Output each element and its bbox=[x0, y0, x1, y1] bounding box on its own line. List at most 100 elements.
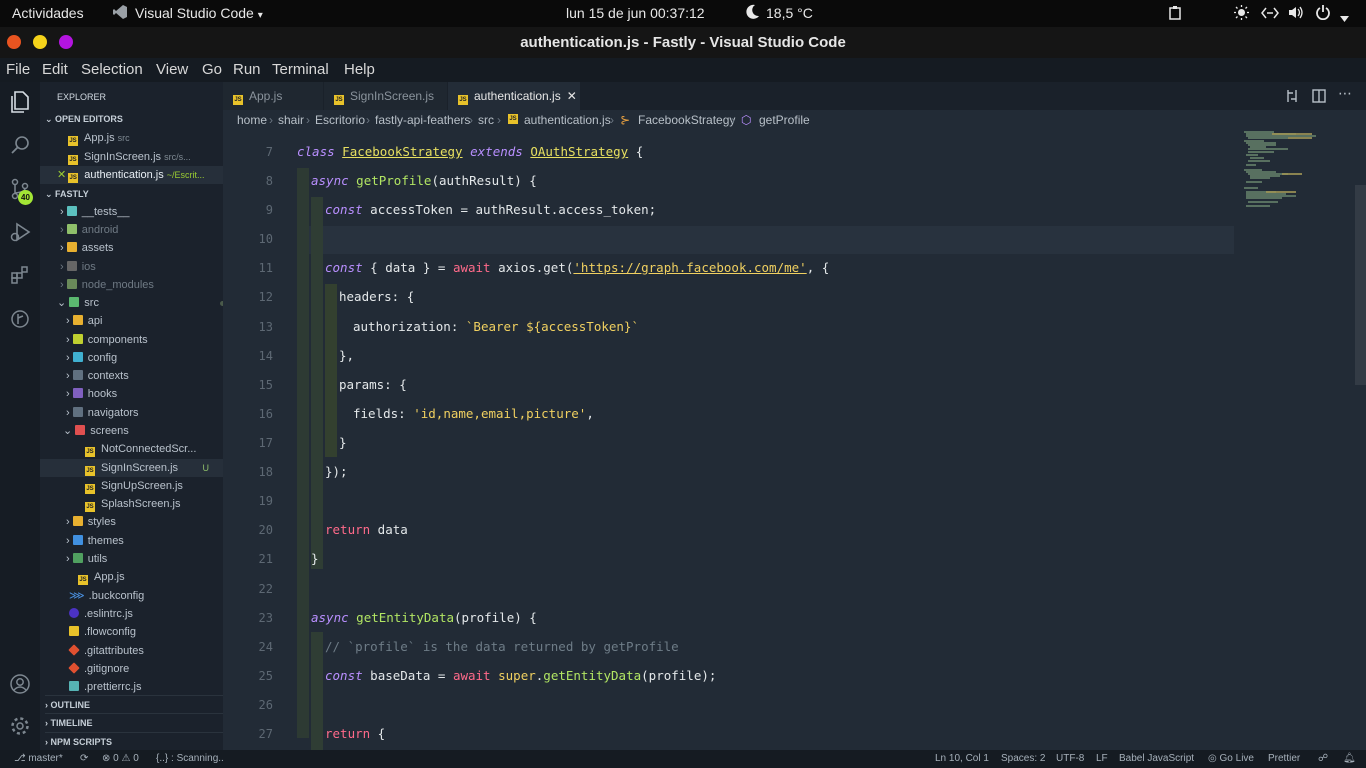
breadcrumb-item[interactable]: getProfile bbox=[759, 113, 810, 127]
open-editor-item-active[interactable]: ✕ JS authentication.js ~/Escrit... bbox=[40, 166, 223, 184]
extensions-icon[interactable] bbox=[8, 263, 32, 287]
volume-icon[interactable] bbox=[1288, 6, 1304, 22]
project-header[interactable]: ⌄ FASTLY bbox=[45, 185, 223, 203]
brightness-icon[interactable] bbox=[1234, 5, 1249, 23]
timeline-header[interactable]: › TIMELINE bbox=[45, 713, 223, 731]
end-of-line[interactable]: LF bbox=[1096, 753, 1108, 764]
string-url[interactable]: 'https://graph.facebook.com/me' bbox=[573, 260, 806, 275]
clock[interactable]: lun 15 de jun 00:37:12 bbox=[566, 5, 705, 21]
weather-temperature[interactable]: 18,5 °C bbox=[766, 5, 813, 21]
network-icon[interactable] bbox=[1261, 6, 1279, 22]
tree-folder[interactable]: › __tests__ bbox=[60, 203, 223, 221]
tree-label: hooks bbox=[87, 388, 118, 400]
tree-folder[interactable]: › assets bbox=[60, 239, 223, 257]
tree-folder[interactable]: › contexts bbox=[66, 367, 223, 385]
open-editors-header[interactable]: ⌄ OPEN EDITORS bbox=[45, 110, 223, 128]
menu-file[interactable]: File bbox=[6, 61, 30, 78]
app-menu[interactable]: Visual Studio Code ▾ bbox=[135, 5, 263, 21]
code-editor[interactable]: 7 8 9 10 11 12 13 14 15 16 17 18 19 20 2… bbox=[223, 130, 1366, 750]
chevron-right-icon: › bbox=[306, 113, 310, 127]
tree-folder[interactable]: › styles bbox=[66, 513, 223, 531]
tree-file[interactable]: JSNotConnectedScr...U bbox=[85, 440, 223, 458]
explorer-files-icon[interactable] bbox=[8, 90, 32, 114]
tab-app-js[interactable]: JS App.js bbox=[223, 82, 323, 110]
tree-folder[interactable]: › hooks bbox=[66, 385, 223, 403]
feedback-icon[interactable]: ☍ bbox=[1318, 753, 1328, 764]
search-icon[interactable] bbox=[8, 133, 32, 157]
menu-view[interactable]: View bbox=[156, 61, 188, 78]
breadcrumb-item[interactable]: Escritorio bbox=[315, 113, 365, 127]
notifications-bell-icon[interactable]: 🔔︎ bbox=[1343, 753, 1356, 764]
breadcrumb-item[interactable]: authentication.js bbox=[524, 113, 611, 127]
menu-run[interactable]: Run bbox=[233, 61, 261, 78]
sync-icon[interactable]: ⟳ bbox=[80, 753, 88, 764]
tree-file[interactable]: ⋙.buckconfigU bbox=[69, 587, 223, 605]
tree-file[interactable]: JSSignUpScreen.jsU bbox=[85, 477, 223, 495]
close-icon[interactable]: ✕ bbox=[567, 89, 577, 103]
menu-go[interactable]: Go bbox=[202, 61, 222, 78]
tree-file[interactable]: .gitignoreU bbox=[68, 660, 223, 678]
tree-label: .buckconfig bbox=[88, 590, 145, 602]
cursor-position[interactable]: Ln 10, Col 1 bbox=[935, 753, 989, 764]
breadcrumb-item[interactable]: shair bbox=[278, 113, 304, 127]
close-icon[interactable]: ✕ bbox=[57, 169, 66, 181]
breadcrumb-item[interactable]: FacebookStrategy bbox=[638, 113, 735, 127]
system-menu-chevron-icon[interactable] bbox=[1340, 9, 1349, 25]
tree-file[interactable]: JSApp.jsU bbox=[78, 568, 223, 586]
more-actions-icon[interactable]: ⋯ bbox=[1338, 85, 1352, 102]
go-live-button[interactable]: ◎ Go Live bbox=[1208, 753, 1254, 764]
account-icon[interactable] bbox=[8, 672, 32, 696]
tree-folder[interactable]: › themes bbox=[66, 532, 223, 550]
vertical-scrollbar[interactable] bbox=[1355, 185, 1366, 385]
git-branch-item[interactable]: ⎇ master* bbox=[14, 753, 63, 764]
tree-folder[interactable]: › node_modules bbox=[60, 276, 223, 294]
language-mode[interactable]: Babel JavaScript bbox=[1119, 753, 1194, 764]
compare-changes-icon[interactable] bbox=[1285, 89, 1299, 108]
npm-scripts-header[interactable]: › NPM SCRIPTS bbox=[45, 732, 223, 750]
prettier-status[interactable]: Prettier bbox=[1268, 753, 1300, 764]
outline-header[interactable]: › OUTLINE bbox=[45, 695, 223, 713]
tree-file-selected[interactable]: JS SignInScreen.js U bbox=[40, 459, 223, 477]
tab-authentication-js[interactable]: JS authentication.js ✕ bbox=[448, 82, 580, 110]
tree-folder[interactable]: › utils bbox=[66, 550, 223, 568]
open-editors-label: OPEN EDITORS bbox=[55, 114, 123, 124]
tree-folder[interactable]: › ios bbox=[60, 258, 223, 276]
power-icon[interactable] bbox=[1316, 5, 1330, 23]
menu-edit[interactable]: Edit bbox=[42, 61, 68, 78]
tree-folder-open[interactable]: ⌄ screens bbox=[63, 422, 223, 440]
split-editor-icon[interactable] bbox=[1312, 89, 1326, 108]
menu-terminal[interactable]: Terminal bbox=[272, 61, 329, 78]
breadcrumb-item[interactable]: src bbox=[478, 113, 494, 127]
minimap[interactable] bbox=[1242, 130, 1356, 230]
tree-folder[interactable]: › config bbox=[66, 349, 223, 367]
tree-file[interactable]: .prettierrc.jsU bbox=[69, 678, 223, 696]
tree-folder-open[interactable]: ⌄ src bbox=[57, 294, 223, 312]
tree-label: .prettierrc.js bbox=[84, 681, 142, 693]
tree-folder[interactable]: › navigators bbox=[66, 404, 223, 422]
breadcrumb-item[interactable]: fastly-api-feathers bbox=[375, 113, 470, 127]
indentation[interactable]: Spaces: 2 bbox=[1001, 753, 1045, 764]
run-debug-icon[interactable] bbox=[8, 220, 32, 244]
tree-file[interactable]: .eslintrc.jsU bbox=[69, 605, 223, 623]
tree-file[interactable]: JSSplashScreen.jsU bbox=[85, 495, 223, 513]
menu-selection[interactable]: Selection bbox=[81, 61, 143, 78]
git-graph-icon[interactable] bbox=[8, 307, 32, 331]
tree-folder[interactable]: › android bbox=[60, 221, 223, 239]
encoding[interactable]: UTF-8 bbox=[1056, 753, 1084, 764]
activities-button[interactable]: Actividades bbox=[12, 5, 84, 21]
problems-item[interactable]: ⊗ 0 ⚠ 0 bbox=[102, 753, 139, 764]
open-editor-item[interactable]: JSSignInScreen.js src/s...U bbox=[68, 148, 223, 166]
tab-signinscreen-js[interactable]: JS SignInScreen.js bbox=[324, 82, 447, 110]
clipboard-icon[interactable] bbox=[1169, 6, 1181, 23]
open-editor-item[interactable]: JSApp.js srcU bbox=[68, 129, 223, 147]
tree-file[interactable]: .gitattributesU bbox=[68, 642, 223, 660]
settings-gear-icon[interactable] bbox=[8, 714, 32, 738]
breadcrumb-item[interactable]: home bbox=[237, 113, 267, 127]
tree-file[interactable]: .flowconfigU bbox=[69, 623, 223, 641]
line-number: 21 bbox=[258, 552, 273, 566]
scanning-status[interactable]: {..} : Scanning.. bbox=[156, 753, 224, 764]
menu-help[interactable]: Help bbox=[344, 61, 375, 78]
styles-folder-icon bbox=[72, 516, 83, 526]
tree-folder[interactable]: › components bbox=[66, 331, 223, 349]
tree-folder[interactable]: › api bbox=[66, 312, 223, 330]
